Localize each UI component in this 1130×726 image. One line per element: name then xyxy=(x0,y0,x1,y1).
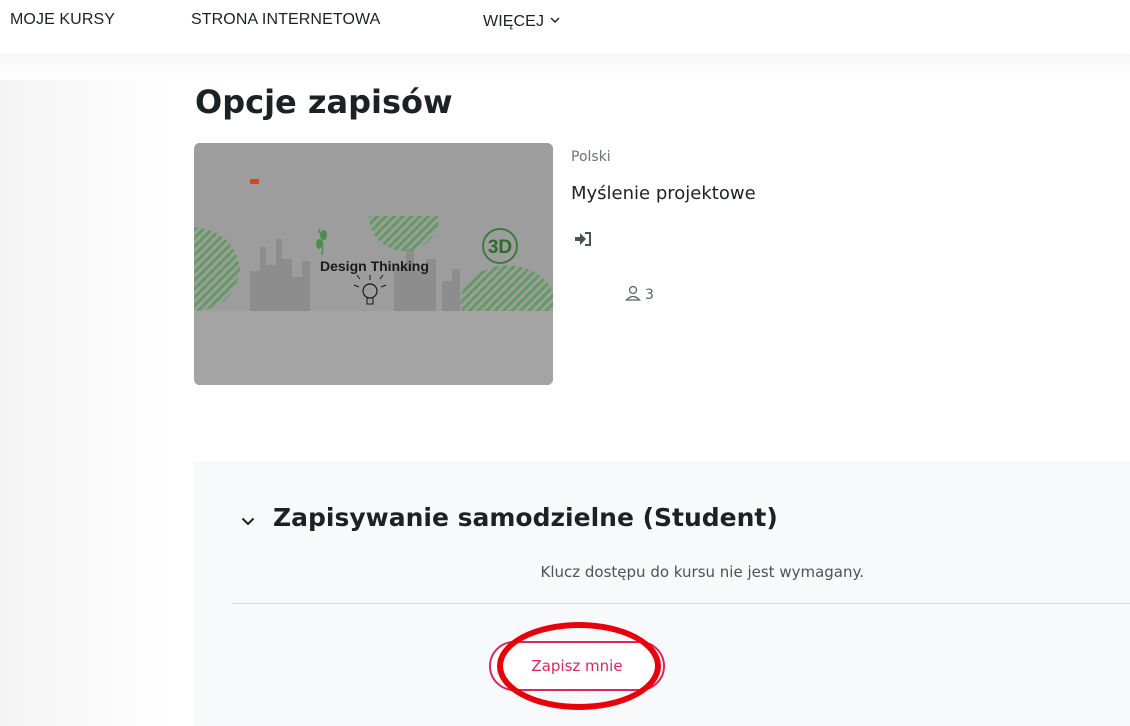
sidebar-shadow xyxy=(0,80,170,726)
enrol-me-button[interactable]: Zapisz mnie xyxy=(489,641,665,691)
nav-more-label: WIĘCEJ xyxy=(483,13,545,30)
enrolment-key-note: Klucz dostępu do kursu nie jest wymagany… xyxy=(540,563,864,581)
chevron-down-icon xyxy=(550,11,560,29)
course-image: 3D Design Thinking xyxy=(194,143,553,385)
nav-my-courses[interactable]: MOJE KURSY xyxy=(10,11,115,29)
self-enrolment-toggle[interactable]: Zapisywanie samodzielne (Student) xyxy=(241,503,778,532)
course-name[interactable]: Myślenie projektowe xyxy=(571,183,756,204)
user-icon xyxy=(625,285,645,305)
header-shadow xyxy=(0,54,1130,80)
course-language: Polski xyxy=(571,149,611,165)
nav-website[interactable]: STRONA INTERNETOWA xyxy=(191,11,380,29)
page-title: Opcje zapisów xyxy=(195,83,453,121)
chevron-down-icon xyxy=(241,503,273,532)
enrolment-panel xyxy=(194,461,1130,726)
participants-count: 3 xyxy=(625,285,654,305)
top-navigation: MOJE KURSY STRONA INTERNETOWA WIĘCEJ xyxy=(0,0,1130,52)
sign-in-icon xyxy=(574,231,592,247)
participants-number: 3 xyxy=(645,287,654,303)
divider xyxy=(232,603,1130,604)
nav-more[interactable]: WIĘCEJ xyxy=(483,11,560,31)
course-image-title: Design Thinking xyxy=(320,258,429,274)
image-logo-text: 3D xyxy=(488,237,512,258)
self-enrolment-heading: Zapisywanie samodzielne (Student) xyxy=(273,503,778,532)
